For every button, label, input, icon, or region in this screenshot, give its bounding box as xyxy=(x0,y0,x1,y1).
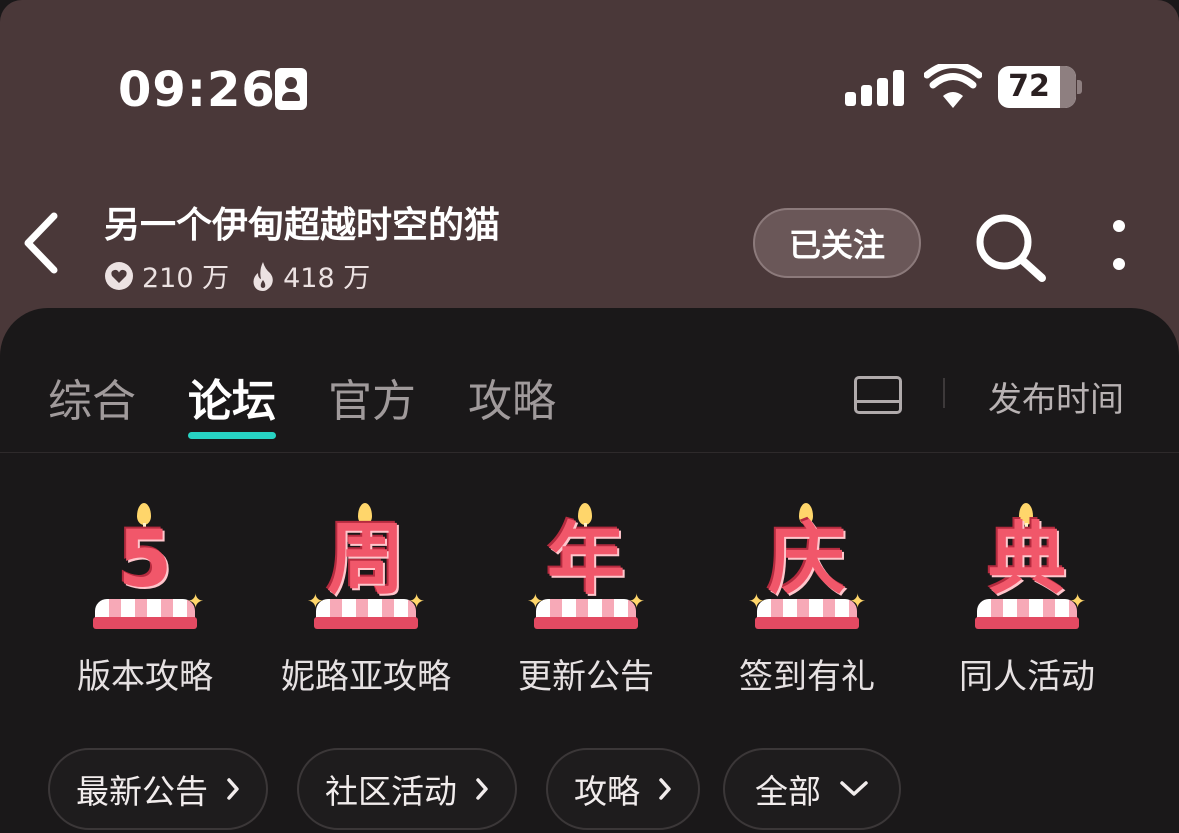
likes-count: 210 万 xyxy=(142,263,230,294)
chevron-right-icon xyxy=(475,777,489,801)
battery-cap xyxy=(1077,80,1082,94)
follow-button[interactable]: 已关注 xyxy=(753,208,921,278)
chevron-right-icon xyxy=(226,777,240,801)
layout-toggle-icon[interactable] xyxy=(854,376,902,414)
chip-label: 社区活动 xyxy=(325,772,457,811)
cake-nian-icon: 年 ✦ ✦ xyxy=(527,503,645,633)
flame-icon xyxy=(251,260,275,292)
battery-icon: 72 xyxy=(998,66,1076,108)
chip-all-filter[interactable]: 全部 xyxy=(723,748,901,830)
shortcut-version-guide[interactable]: 5 ✦ 版本攻略 xyxy=(45,503,245,698)
cake-zhou-icon: 周 ✦ ✦ xyxy=(307,503,425,633)
shortcut-label: 更新公告 xyxy=(518,657,654,697)
shortcut-update-notice[interactable]: 年 ✦ ✦ 更新公告 xyxy=(486,503,686,698)
chip-label: 攻略 xyxy=(574,772,640,811)
cake-5-icon: 5 ✦ xyxy=(90,503,204,633)
tab-forum[interactable]: 论坛 xyxy=(188,365,276,439)
tab-guides[interactable]: 攻略 xyxy=(468,365,556,429)
divider xyxy=(943,378,945,408)
id-card-icon xyxy=(275,68,307,110)
shortcut-label: 版本攻略 xyxy=(77,657,213,697)
tab-comprehensive[interactable]: 综合 xyxy=(48,365,136,429)
chip-label: 最新公告 xyxy=(76,772,208,811)
heat-count: 418 万 xyxy=(283,263,371,294)
shortcut-label: 签到有礼 xyxy=(739,657,875,697)
header-background: 09:26 72 另一个伊甸超越时空的猫 210 万 418 万 已关注 xyxy=(0,0,1179,360)
shortcut-label: 妮路亚攻略 xyxy=(281,657,451,697)
status-time: 09:26 xyxy=(118,62,276,118)
wifi-icon xyxy=(924,64,982,108)
chip-latest-notice[interactable]: 最新公告 xyxy=(48,748,268,830)
content-panel: 综合 论坛 官方 攻略 发布时间 5 ✦ 版本攻略 周 ✦ ✦ 妮路亚攻略 年 ✦… xyxy=(0,308,1179,833)
divider xyxy=(0,452,1179,453)
tab-official[interactable]: 官方 xyxy=(328,365,416,429)
page-title: 另一个伊甸超越时空的猫 xyxy=(104,205,501,246)
back-arrow-icon[interactable] xyxy=(18,208,62,278)
chip-guides[interactable]: 攻略 xyxy=(546,748,700,830)
header-stats: 210 万 418 万 xyxy=(104,256,370,295)
search-icon[interactable] xyxy=(972,212,1050,282)
chevron-down-icon xyxy=(839,780,869,798)
heart-badge-icon xyxy=(104,261,134,291)
chevron-right-icon xyxy=(658,777,672,801)
shortcut-niluya-guide[interactable]: 周 ✦ ✦ 妮路亚攻略 xyxy=(266,503,466,698)
chip-community-activity[interactable]: 社区活动 xyxy=(297,748,517,830)
cellular-signal-icon xyxy=(845,70,905,106)
sort-selector[interactable]: 发布时间 xyxy=(988,372,1124,421)
battery-level: 72 xyxy=(1008,69,1050,104)
tab-bar: 综合 论坛 官方 攻略 xyxy=(48,365,608,439)
cake-qing-icon: 庆 ✦ ✦ xyxy=(748,503,866,633)
more-options-icon[interactable] xyxy=(1110,220,1128,270)
shortcut-label: 同人活动 xyxy=(959,657,1095,697)
shortcut-fan-activity[interactable]: 典 ✦ 同人活动 xyxy=(927,503,1127,698)
cake-dian-icon: 典 ✦ xyxy=(972,503,1086,633)
shortcut-checkin-gift[interactable]: 庆 ✦ ✦ 签到有礼 xyxy=(707,503,907,698)
chip-label: 全部 xyxy=(755,772,821,811)
